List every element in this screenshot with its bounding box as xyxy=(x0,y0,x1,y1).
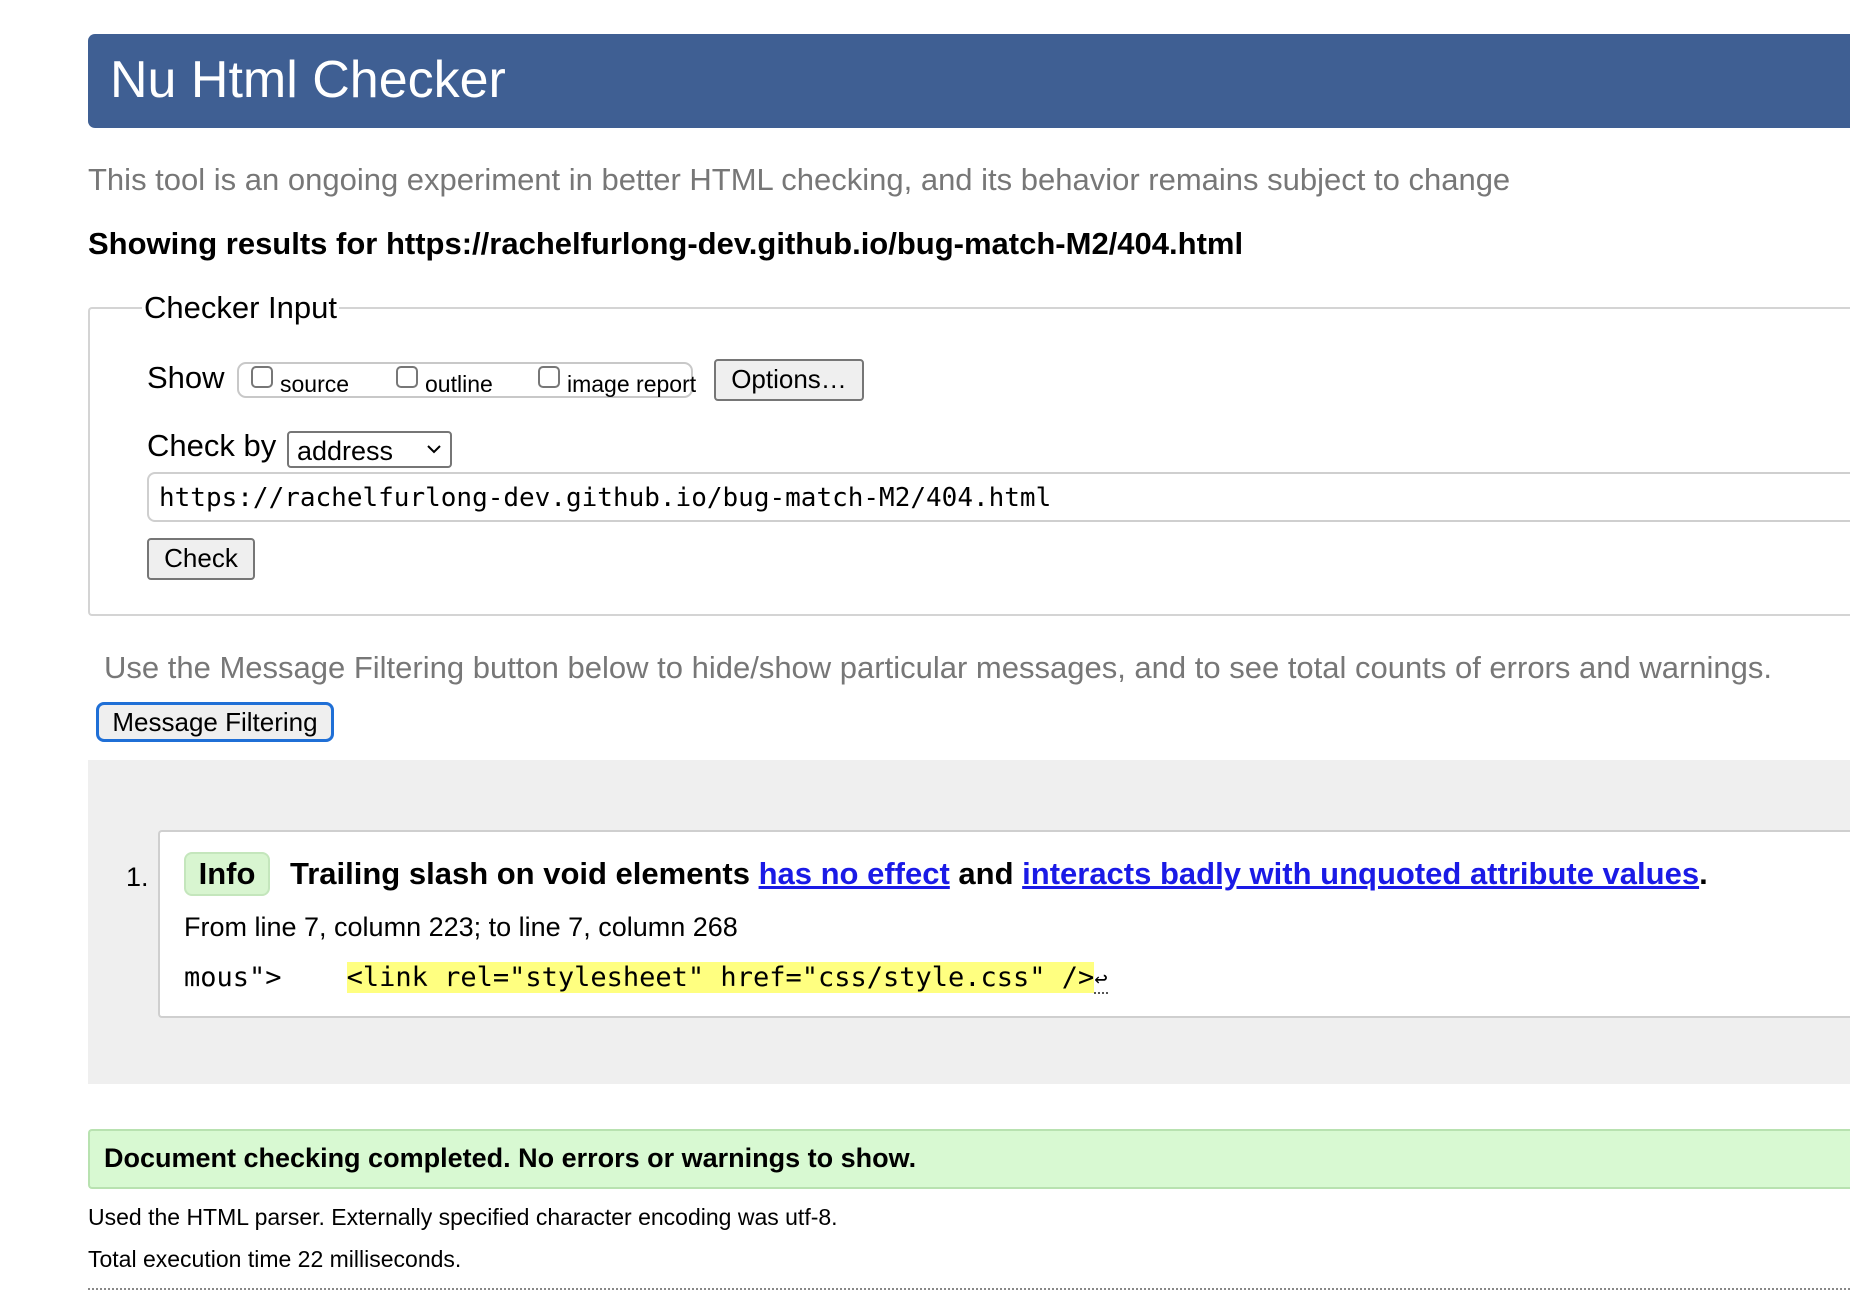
parser-details: Used the HTML parser. Externally specifi… xyxy=(88,1204,838,1230)
message-text-before: Trailing slash on void elements xyxy=(290,856,759,891)
chevron-down-icon xyxy=(427,445,441,454)
url-input[interactable]: https://rachelfurlong-dev.github.io/bug-… xyxy=(147,472,1850,522)
message-text-after: . xyxy=(1699,856,1708,891)
outline-checkbox[interactable] xyxy=(396,366,418,388)
message-location: From line 7, column 223; to line 7, colu… xyxy=(184,912,738,942)
page-title: Nu Html Checker xyxy=(110,51,506,109)
message-number: 1. xyxy=(126,862,149,892)
outline-checkbox-label[interactable]: outline xyxy=(425,371,493,398)
message-text-middle: and xyxy=(949,856,1023,891)
source-checkbox[interactable] xyxy=(251,366,273,388)
image-report-checkbox-label[interactable]: image report xyxy=(567,371,696,398)
extract-highlight: <link rel="stylesheet" href="css/style.c… xyxy=(346,962,1095,993)
image-report-checkbox[interactable] xyxy=(538,366,560,388)
filter-note: Use the Message Filtering button below t… xyxy=(104,650,1773,685)
has-no-effect-link[interactable]: has no effect xyxy=(759,856,950,891)
check-by-select[interactable]: address xyxy=(287,431,452,468)
source-checkbox-label[interactable]: source xyxy=(280,371,349,398)
completion-banner: Document checking completed. No errors o… xyxy=(88,1129,1850,1189)
tagline: This tool is an ongoing experiment in be… xyxy=(88,162,1511,197)
show-label: Show xyxy=(147,360,225,395)
checker-input-legend: Checker Input xyxy=(144,290,337,325)
check-by-label: Check by xyxy=(147,428,277,463)
line-feed-icon: ↩ xyxy=(1094,967,1108,994)
show-options-group: source outline image report xyxy=(237,362,696,398)
execution-time: Total execution time 22 milliseconds. xyxy=(88,1246,462,1272)
code-extract: mous"> <link rel="stylesheet" href="css/… xyxy=(184,962,1108,994)
showing-results-heading: Showing results for https://rachelfurlon… xyxy=(88,226,1244,261)
footer-divider xyxy=(88,1288,1850,1290)
check-button[interactable]: Check xyxy=(147,538,255,580)
options-button[interactable]: Options… xyxy=(714,359,864,401)
extract-before: mous"> xyxy=(184,962,347,993)
page: Nu Html Checker This tool is an ongoing … xyxy=(0,0,1850,1296)
info-badge: Info xyxy=(184,852,270,896)
url-input-value: https://rachelfurlong-dev.github.io/bug-… xyxy=(159,483,1052,513)
page-header: Nu Html Checker xyxy=(88,34,1850,128)
message-text: Trailing slash on void elements has no e… xyxy=(290,856,1708,892)
unquoted-attribute-link[interactable]: interacts badly with unquoted attribute … xyxy=(1022,856,1699,891)
message-filtering-button[interactable]: Message Filtering xyxy=(96,702,334,742)
check-by-select-value: address xyxy=(297,436,394,466)
completion-message: Document checking completed. No errors o… xyxy=(104,1143,917,1173)
